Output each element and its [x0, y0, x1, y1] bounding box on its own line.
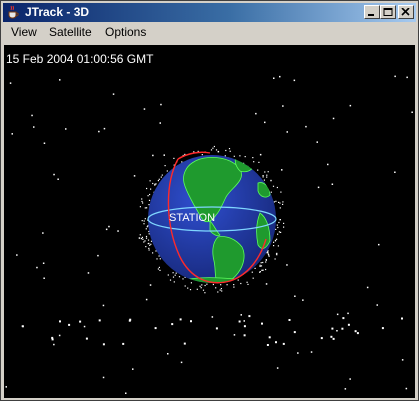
close-button[interactable]: [398, 5, 414, 19]
maximize-button[interactable]: [380, 5, 396, 19]
menu-bar: View Satellite Options: [3, 23, 416, 42]
java-cup-icon: [6, 5, 21, 20]
menu-satellite[interactable]: Satellite: [49, 25, 92, 40]
station-label[interactable]: STATION: [169, 212, 215, 225]
sim-timestamp: 15 Feb 2004 01:00:56 GMT: [6, 52, 154, 66]
globe-view[interactable]: 15 Feb 2004 01:00:56 GMT STATION: [4, 45, 415, 398]
jtrack-window: JTrack - 3D View Satellite Options 15 Fe…: [0, 0, 419, 401]
title-bar[interactable]: JTrack - 3D: [3, 3, 416, 22]
menu-view[interactable]: View: [11, 25, 37, 40]
minimize-icon: [368, 14, 374, 16]
menu-options[interactable]: Options: [105, 25, 146, 40]
window-title: JTrack - 3D: [25, 5, 90, 19]
minimize-button[interactable]: [364, 5, 380, 19]
maximize-icon: [383, 8, 393, 16]
close-icon: [401, 8, 410, 16]
